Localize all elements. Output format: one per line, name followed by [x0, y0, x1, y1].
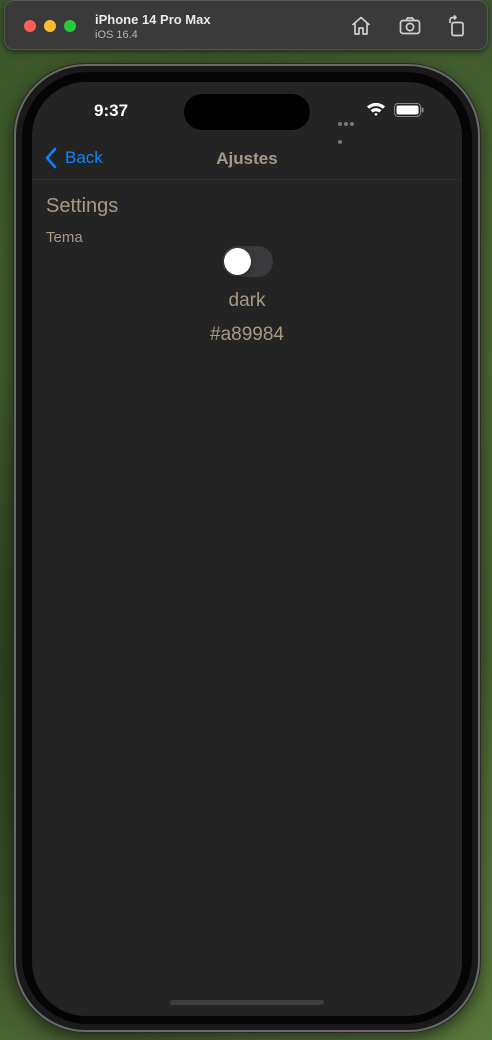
page-title: Ajustes: [216, 149, 278, 168]
phone-screen: 9:37 Back Ajustes Settings Tema dark #a8…: [32, 82, 462, 1016]
theme-mode-value: dark: [228, 290, 266, 311]
minimize-window-button[interactable]: [44, 20, 56, 32]
theme-toggle[interactable]: [222, 246, 273, 277]
status-time: 9:37: [94, 101, 129, 120]
home-icon[interactable]: [349, 14, 373, 38]
zoom-window-button[interactable]: [64, 20, 76, 32]
wifi-icon: [366, 101, 386, 117]
settings-heading: Settings: [46, 195, 119, 217]
device-name: iPhone 14 Pro Max: [95, 12, 211, 27]
theme-label: Tema: [46, 229, 83, 246]
screenshot-icon[interactable]: [398, 14, 422, 38]
rotate-icon[interactable]: [445, 14, 469, 38]
close-window-button[interactable]: [24, 20, 36, 32]
battery-icon: [394, 103, 424, 117]
toggle-knob: [224, 248, 251, 275]
home-indicator[interactable]: [170, 1000, 324, 1005]
simulator-title-bar: iPhone 14 Pro Max iOS 16.4: [4, 0, 488, 50]
navigation-bar: Back Ajustes: [32, 136, 462, 180]
dynamic-island: [184, 94, 310, 130]
os-version: iOS 16.4: [95, 29, 138, 41]
theme-color-value: #a89984: [210, 324, 284, 345]
cellular-dots-icon: [338, 113, 360, 144]
